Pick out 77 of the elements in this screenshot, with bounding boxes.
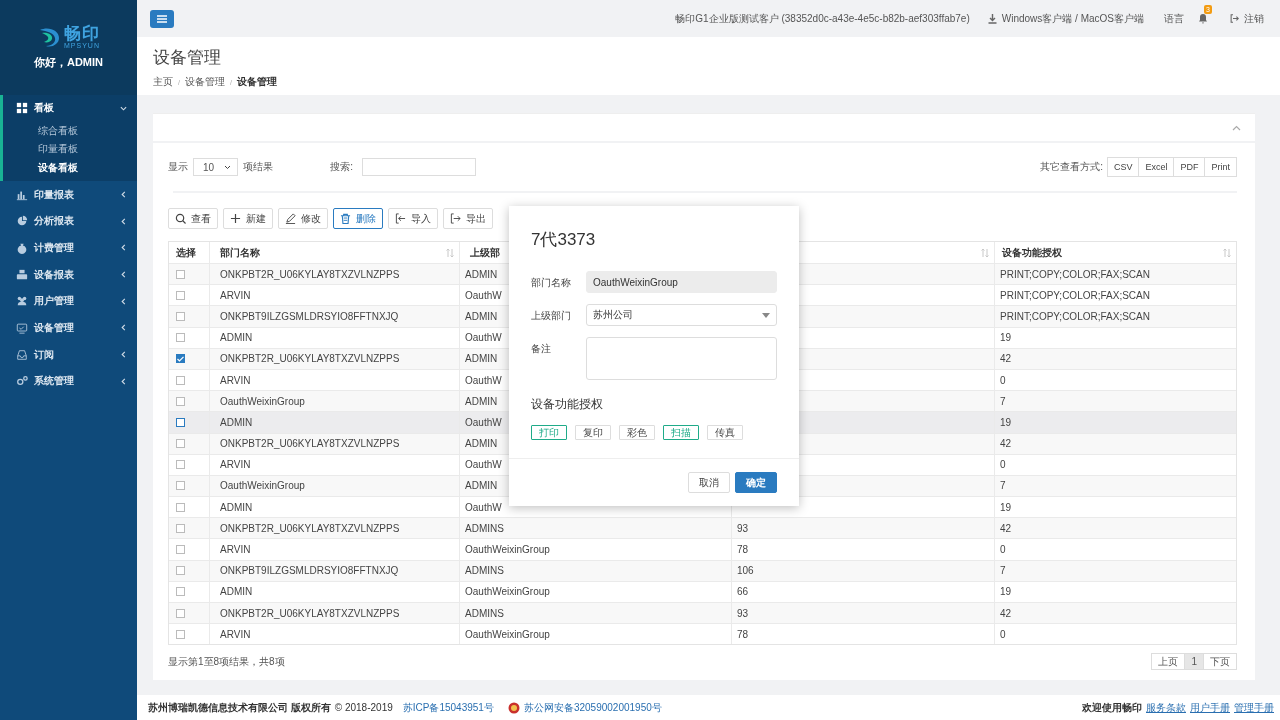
table-cell: 42 [1000,353,1012,365]
table-cell: ADMIN [465,480,498,492]
table-cell: 7 [1000,395,1006,407]
table-cell: 42 [1000,438,1012,450]
table-cell: OauthWeixinGroup [465,544,550,556]
table-cell: ADMIN [465,353,498,365]
table-cell: 42 [1000,522,1012,534]
table-cell: ONKPBT2R_U06KYLAY8TXZVLNZPPS [220,268,400,280]
table-cell: ONKPBT2R_U06KYLAY8TXZVLNZPPS [220,353,400,365]
table-cell: ADMIN [220,501,253,513]
greeting-text: 你好，ADMIN [33,55,104,70]
table-cell: OauthWeixinGroup [465,586,550,598]
table-cell: 19 [1000,332,1012,344]
export-label: 其它查看方式: [1040,160,1103,174]
table-cell: 19 [1000,586,1012,598]
table-cell: ADMINS [465,607,504,619]
table-cell: ONKPBT2R_U06KYLAY8TXZVLNZPPS [220,438,400,450]
table-cell: OauthWeixinGroup [220,395,305,407]
table-cell: ONKPBT2R_U06KYLAY8TXZVLNZPPS [220,522,400,534]
table-cell: ARVIN [220,374,251,386]
table-cell: 0 [1000,628,1006,640]
search-label: 搜索: [330,160,353,174]
section-title: 设备功能授权 [531,396,604,413]
table-cell: OauthW [465,289,502,301]
table-cell: 0 [1000,459,1006,471]
field-label: 上级部门 [531,309,572,323]
table-cell: OauthWeixinGroup [220,480,305,492]
table-cell: 93 [737,522,749,534]
table-info: 显示第1至8项结果，共8项 [168,654,285,669]
table-cell: 7 [1000,565,1006,577]
company-text: 苏州博瑞凯德信息技术有限公司 版权所有 [148,700,331,715]
table-cell: OauthW [465,501,502,513]
table-cell: OauthW [465,459,502,471]
table-cell: 106 [737,565,754,577]
table-cell: ADMINS [465,565,504,577]
table-cell: ARVIN [220,628,251,640]
table-cell: ADMIN [220,586,253,598]
table-cell: OauthWeixinGroup [465,628,550,640]
table-cell: ADMIN [220,416,253,428]
table-cell: ONKPBT2R_U06KYLAY8TXZVLNZPPS [220,607,400,619]
table-cell: 0 [1000,544,1006,556]
table-cell: 19 [1000,501,1012,513]
table-cell: OauthW [465,416,502,428]
table-cell: ADMIN [465,310,498,322]
table-cell: 78 [737,628,749,640]
breadcrumb-item: 设备管理 [236,75,277,89]
table-cell: ADMIN [465,268,498,280]
table-cell: OauthW [465,332,502,344]
copyright-text: © 2018-2019 [334,702,393,713]
readonly-field: OauthWeixinGroup [586,271,777,293]
table-cell: PRINT;COPY;COLOR;FAX;SCAN [1000,310,1150,322]
table-cell: 93 [737,607,749,619]
table-cell: 42 [1000,607,1012,619]
table-cell: PRINT;COPY;COLOR;FAX;SCAN [1000,289,1150,301]
table-cell: 7 [1000,480,1006,492]
table-cell: ARVIN [220,459,251,471]
table-cell: ADMIN [465,438,498,450]
customer-text: 畅印G1企业版测试客户 (38352d0c-a43e-4e5c-b82b-aef303ffab7e) [675,11,970,26]
table-cell: ARVIN [220,544,251,556]
table-cell: ADMIN [465,395,498,407]
table-cell: ONKPBT9ILZGSMLDRSYIO8FFTNXJQ [220,310,399,322]
table-cell: ONKPBT9ILZGSMLDRSYIO8FFTNXJQ [220,565,399,577]
table-cell: PRINT;COPY;COLOR;FAX;SCAN [1000,268,1150,280]
table-cell: ARVIN [220,289,251,301]
page-size-suffix: 项结果 [243,160,274,174]
table-cell: ADMIN [220,332,253,344]
table-cell: ADMINS [465,522,504,534]
dialog-title: 7代3373 [531,229,597,251]
table-cell: OauthW [465,374,502,386]
table-cell: 19 [1000,416,1012,428]
table-cell: 66 [737,586,749,598]
show-label: 显示 [168,160,188,174]
logo-name: 畅印 [64,25,100,42]
table-cell: 78 [737,544,749,556]
table-cell: 0 [1000,374,1006,386]
page-title: 设备管理 [153,47,222,69]
welcome-text: 欢迎使用畅印 [1082,700,1142,715]
